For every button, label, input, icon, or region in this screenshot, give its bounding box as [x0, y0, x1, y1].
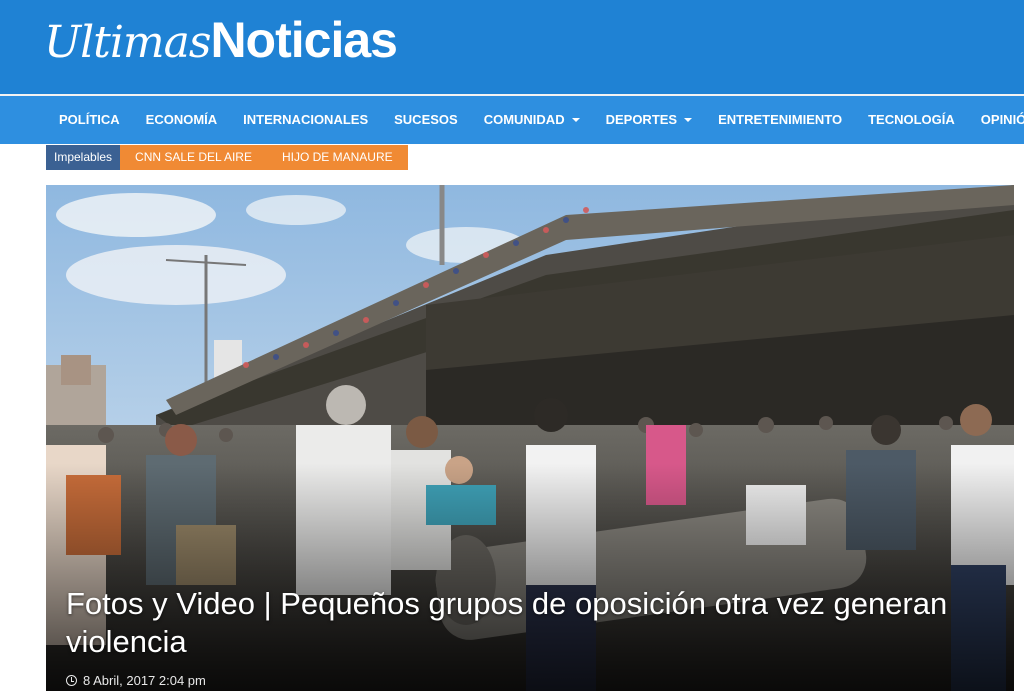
trending-label: Impelables [46, 145, 121, 170]
featured-headline[interactable]: Fotos y Video | Pequeños grupos de oposi… [66, 585, 966, 661]
site-header: UltimasNoticias [0, 0, 1024, 94]
nav-item-sucesos[interactable]: SUCESOS [381, 96, 471, 144]
nav-item-opinion[interactable]: OPINIÓN [968, 96, 1024, 144]
main-nav: POLÍTICA ECONOMÍA INTERNACIONALES SUCESO… [0, 96, 1024, 144]
nav-label: ENTRETENIMIENTO [718, 112, 843, 127]
featured-meta: 8 Abril, 2017 2:04 pm [66, 673, 206, 688]
featured-date: 8 Abril, 2017 2:04 pm [83, 673, 206, 688]
clock-icon [66, 675, 77, 686]
site-logo[interactable]: UltimasNoticias [44, 10, 398, 70]
nav-label: TECNOLOGÍA [868, 112, 955, 127]
nav-item-economia[interactable]: ECONOMÍA [133, 96, 231, 144]
logo-part-ultimas: Ultimas [44, 17, 211, 68]
trending-tag[interactable]: HIJO DE MANAURE [266, 145, 408, 170]
nav-item-entretenimiento[interactable]: ENTRETENIMIENTO [705, 96, 855, 144]
nav-label: DEPORTES [605, 112, 678, 127]
nav-item-deportes[interactable]: DEPORTES [593, 96, 706, 144]
nav-item-comunidad[interactable]: COMUNIDAD [471, 96, 593, 144]
trending-bar: Impelables CNN SALE DEL AIRE HIJO DE MAN… [46, 145, 408, 170]
chevron-down-icon [571, 118, 580, 122]
nav-label: OPINIÓN [980, 112, 1024, 127]
nav-label: ECONOMÍA [145, 112, 218, 127]
featured-article[interactable]: Fotos y Video | Pequeños grupos de oposi… [46, 185, 1014, 691]
nav-label: INTERNACIONALES [243, 112, 369, 127]
nav-item-politica[interactable]: POLÍTICA [46, 96, 133, 144]
trending-tag[interactable]: CNN SALE DEL AIRE [120, 145, 267, 170]
chevron-down-icon [684, 118, 693, 122]
nav-label: POLÍTICA [59, 112, 120, 127]
nav-item-tecnologia[interactable]: TECNOLOGÍA [855, 96, 968, 144]
logo-part-noticias: Noticias [210, 12, 398, 68]
nav-label: SUCESOS [394, 112, 458, 127]
nav-label: COMUNIDAD [483, 112, 565, 127]
nav-item-internacionales[interactable]: INTERNACIONALES [230, 96, 381, 144]
